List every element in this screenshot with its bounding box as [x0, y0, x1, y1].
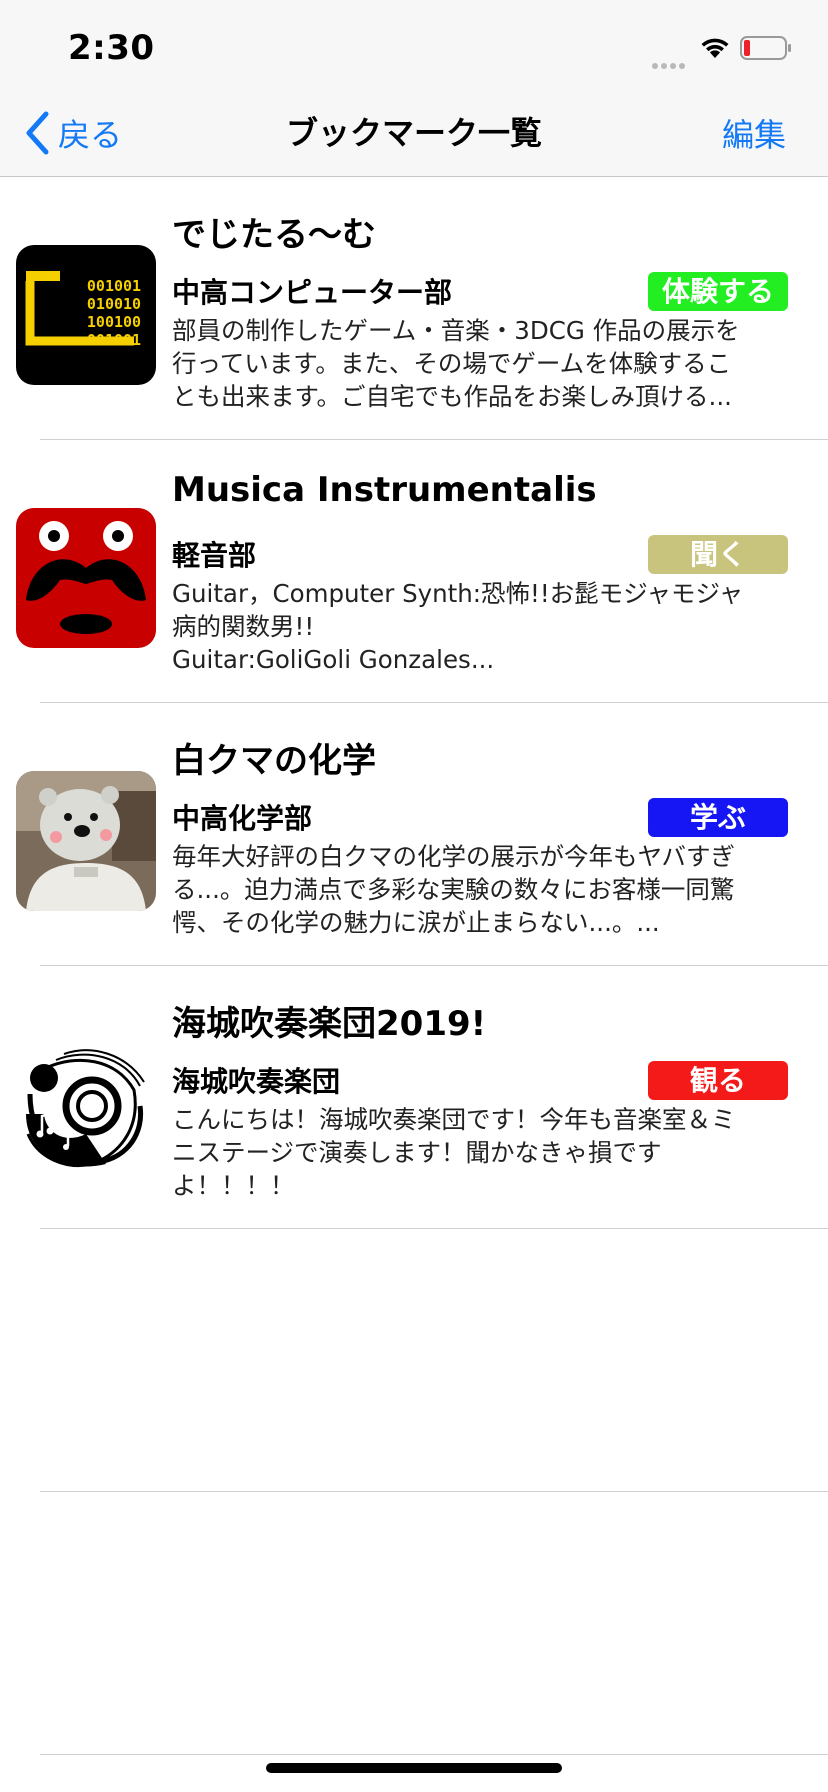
wifi-icon	[701, 38, 729, 58]
description-line: よ！！！！	[172, 1171, 295, 1200]
bookmark-description: 部員の制作したゲーム・音楽・3DCG 作品の展示を 行っています。また、その場で…	[172, 314, 792, 413]
action-badge[interactable]: 観る	[648, 1061, 788, 1100]
navigation-bar: 戻る ブックマーク一覧 編集	[0, 88, 828, 177]
description-line: ニステージで演奏します！聞かなきゃ損です	[172, 1138, 662, 1167]
logo-binary-line-2: 010010	[87, 295, 141, 313]
row-divider	[40, 1754, 828, 1755]
page-title: ブックマーク一覧	[285, 114, 542, 152]
description-line: 行っています。また、その場でゲームを体験するこ	[172, 349, 732, 378]
empty-row	[0, 1229, 828, 1492]
logo-binary-line-4: 001001	[87, 331, 141, 349]
signal-dots-icon	[652, 54, 688, 73]
status-time: 2:30	[68, 28, 155, 68]
bookmark-club: 中高化学部	[172, 802, 313, 835]
bookmark-list: 001001 010010 100100 001001 でじたる〜む 中高コンピ…	[0, 177, 828, 1755]
computer-club-logo-icon: 001001 010010 100100 001001	[16, 245, 156, 385]
action-badge[interactable]: 体験する	[648, 272, 788, 311]
bookmark-row[interactable]: 白クマの化学 中高化学部 学ぶ 毎年大好評の白クマの化学の展示が今年もヤバすぎ …	[0, 703, 828, 966]
polar-bear-costume-photo	[16, 771, 156, 911]
bookmark-row[interactable]: 海城吹奏楽団2019! 海城吹奏楽団 観る こんにちは！海城吹奏楽団です！今年も…	[0, 966, 828, 1229]
brass-band-horn-logo-icon	[16, 1034, 156, 1174]
bookmark-club: 海城吹奏楽団	[172, 1065, 341, 1098]
logo-binary-line-3: 100100	[87, 313, 141, 331]
bookmark-title: Musica Instrumentalis	[172, 470, 597, 510]
action-badge[interactable]: 聞く	[648, 535, 788, 574]
description-line: とも出来ます。ご自宅でも作品をお楽しみ頂ける...	[172, 382, 732, 411]
screen: 2:30 戻る ブックマーク一覧 編集 001001 010010 100100…	[0, 0, 828, 1792]
red-mustache-face-icon	[16, 508, 156, 648]
bookmark-description: 毎年大好評の白クマの化学の展示が今年もヤバすぎ る...。迫力満点で多彩な実験の…	[172, 840, 792, 939]
status-bar: 2:30	[0, 0, 828, 88]
description-line: Guitar:GoliGoli Gonzales...	[172, 645, 495, 674]
edit-button[interactable]: 編集	[722, 110, 786, 156]
description-line: Guitar，Computer Synth:恐怖!!お髭モジャモジャ	[172, 579, 744, 608]
bookmark-title: 白クマの化学	[172, 741, 376, 781]
description-line: 愕、その化学の魅力に涙が止まらない...。...	[172, 908, 660, 937]
empty-row	[0, 1492, 828, 1755]
battery-low-icon	[740, 36, 791, 60]
description-line: 毎年大好評の白クマの化学の展示が今年もヤバすぎ	[172, 842, 736, 871]
bookmark-row[interactable]: Musica Instrumentalis 軽音部 聞く Guitar，Comp…	[0, 440, 828, 703]
home-indicator[interactable]	[266, 1763, 562, 1773]
description-line: る...。迫力満点で多彩な実験の数々にお客様一同驚	[172, 875, 735, 904]
action-badge[interactable]: 学ぶ	[648, 798, 788, 837]
description-line: 部員の制作したゲーム・音楽・3DCG 作品の展示を	[172, 316, 740, 345]
bookmark-title: でじたる〜む	[172, 215, 376, 255]
description-line: こんにちは！海城吹奏楽団です！今年も音楽室＆ミ	[172, 1105, 736, 1134]
bookmark-description: Guitar，Computer Synth:恐怖!!お髭モジャモジャ 病的関数男…	[172, 577, 792, 676]
bookmark-row[interactable]: 001001 010010 100100 001001 でじたる〜む 中高コンピ…	[0, 177, 828, 440]
bookmark-description: こんにちは！海城吹奏楽団です！今年も音楽室＆ミ ニステージで演奏します！聞かなき…	[172, 1103, 792, 1202]
bookmark-title: 海城吹奏楽団2019!	[172, 1004, 487, 1044]
bookmark-club: 軽音部	[172, 539, 257, 572]
bookmark-club: 中高コンピューター部	[172, 276, 453, 309]
logo-binary-line-1: 001001	[87, 277, 141, 295]
description-line: 病的関数男!!	[172, 612, 315, 641]
